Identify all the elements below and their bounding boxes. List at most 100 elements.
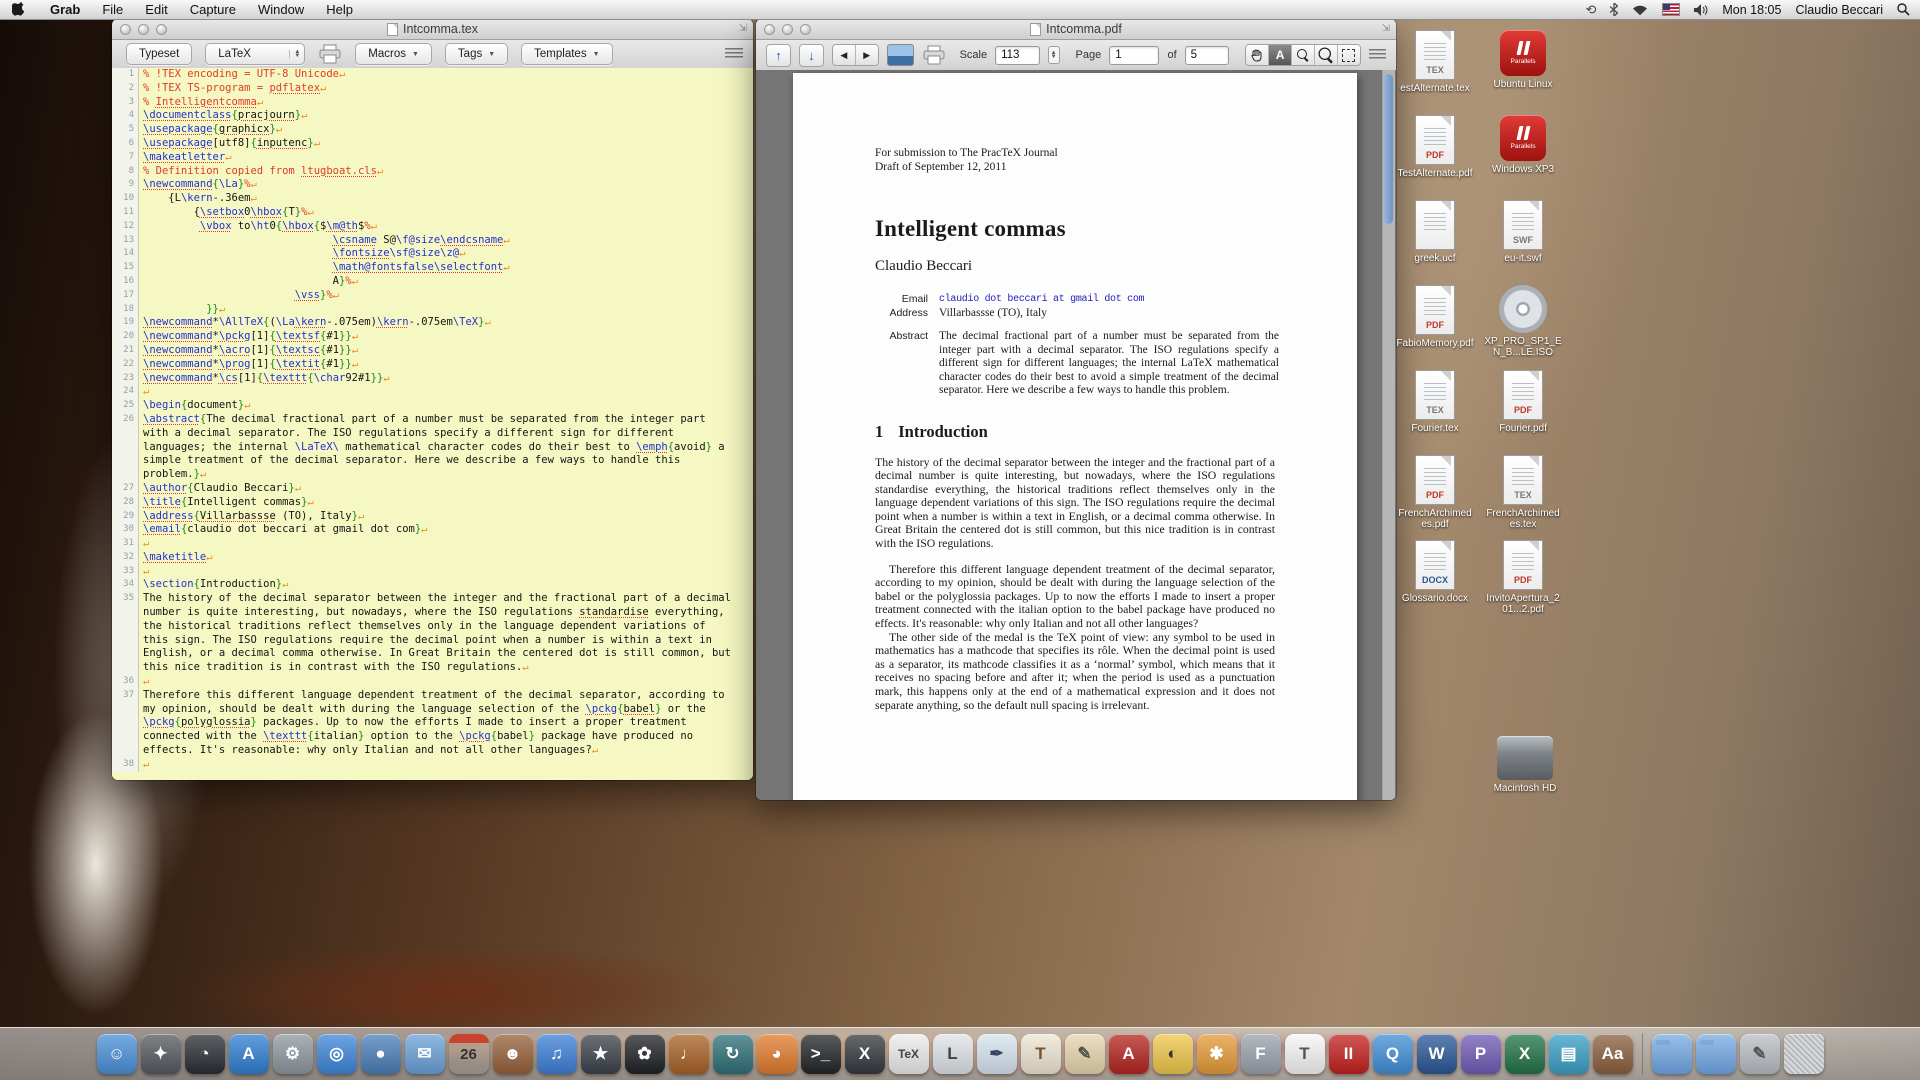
code-line[interactable]: effects. It's reasonable: why only Itali…: [112, 744, 753, 758]
code-line[interactable]: 20\newcommand*\pckg[1]{\textsf{#1}}↵: [112, 330, 753, 344]
code-line[interactable]: languages; the internal \LaTeX\ mathemat…: [112, 441, 753, 455]
code-line[interactable]: 27\author{Claudio Beccari}↵: [112, 482, 753, 496]
dock-icon-time-machine[interactable]: ↻: [713, 1034, 753, 1074]
dock-icon-tex-lion[interactable]: T: [1021, 1034, 1061, 1074]
pdf-expand-icon[interactable]: ⇲: [1382, 23, 1390, 34]
desktop-icon-frencharchimedes-tex[interactable]: TEXFrenchArchimedes.tex: [1484, 455, 1562, 537]
code-line[interactable]: 15 \math@fontsfalse\selectfont↵: [112, 261, 753, 275]
dock-icon-dictionary[interactable]: Aa: [1593, 1034, 1633, 1074]
zoom-button[interactable]: [156, 24, 167, 35]
code-line[interactable]: simple treatment of the decimal separato…: [112, 454, 753, 468]
dock-icon-mail[interactable]: ✉: [405, 1034, 445, 1074]
source-code-editor[interactable]: 1% !TEX encoding = UTF-8 Unicode↵2% !TEX…: [112, 68, 753, 780]
code-line[interactable]: 5\usepackage{graphicx}↵: [112, 123, 753, 137]
input-source-flag-icon[interactable]: [1662, 3, 1680, 16]
code-line[interactable]: 2% !TEX TS-program = pdflatex↵: [112, 82, 753, 96]
magnify-tool-button[interactable]: [1291, 45, 1314, 65]
dock-icon-app-store[interactable]: A: [229, 1034, 269, 1074]
volume-menu-icon[interactable]: [1694, 4, 1708, 16]
code-line[interactable]: 17 \vss}%↵: [112, 289, 753, 303]
scale-input[interactable]: 113: [995, 46, 1039, 65]
time-machine-menu-icon[interactable]: ⟲: [1585, 2, 1596, 18]
pdf-scrollbar-thumb[interactable]: [1384, 74, 1393, 224]
menu-item-grab[interactable]: Grab: [39, 2, 91, 17]
desktop-icon-fourier-tex[interactable]: TEXFourier.tex: [1396, 370, 1474, 452]
code-line[interactable]: 33↵: [112, 565, 753, 579]
dock-icon-dashboard[interactable]: ◔: [185, 1034, 225, 1074]
code-line[interactable]: connected with the \texttt{italian} opti…: [112, 730, 753, 744]
code-line[interactable]: 30\email{claudio dot beccari at gmail do…: [112, 523, 753, 537]
dock-icon-iphoto[interactable]: ✿: [625, 1034, 665, 1074]
toolbar-overflow-icon[interactable]: [1369, 49, 1386, 61]
large-magnify-tool-button[interactable]: [1314, 45, 1337, 65]
code-line[interactable]: this sign. The ISO regulations require t…: [112, 634, 753, 648]
code-line[interactable]: 21\newcommand*\acro[1]{\textsc{#1}}↵: [112, 344, 753, 358]
desktop-icon-ubuntu-linux[interactable]: ParallelsUbuntu Linux: [1484, 30, 1562, 112]
macros-menu-button[interactable]: Macros▼: [355, 43, 432, 65]
dock-icon-ibooks[interactable]: ▤: [1549, 1034, 1589, 1074]
dock-icon-excel[interactable]: X: [1505, 1034, 1545, 1074]
dock-icon-system-preferences[interactable]: ⚙: [273, 1034, 313, 1074]
desktop-icon-eu-it-swf[interactable]: SWFeu-it.swf: [1484, 200, 1562, 282]
dock-icon-texworks[interactable]: ✒: [977, 1034, 1017, 1074]
code-line[interactable]: 23\newcommand*\cs[1]{\texttt{\char92#1}}…: [112, 372, 753, 386]
code-line[interactable]: 9\newcommand{\La}%↵: [112, 178, 753, 192]
code-line[interactable]: 11 {\setbox0\hbox{T}%↵: [112, 206, 753, 220]
code-line[interactable]: 31↵: [112, 537, 753, 551]
desktop-icon-estalternate-tex[interactable]: TEXestAlternate.tex: [1396, 30, 1474, 112]
dock-icon-font-book[interactable]: F: [1241, 1034, 1281, 1074]
code-line[interactable]: 28\title{Intelligent commas}↵: [112, 496, 753, 510]
dock-icon-ical[interactable]: 26: [449, 1034, 489, 1074]
menu-item-file[interactable]: File: [91, 2, 134, 17]
code-line[interactable]: 35The history of the decimal separator b…: [112, 592, 753, 606]
text-select-tool-button[interactable]: A: [1268, 45, 1291, 65]
dock-icon-safari[interactable]: ◎: [317, 1034, 357, 1074]
code-line[interactable]: 25\begin{document}↵: [112, 399, 753, 413]
menu-item-window[interactable]: Window: [247, 2, 315, 17]
print-button[interactable]: [318, 44, 342, 64]
page-input[interactable]: 1: [1109, 46, 1159, 65]
hand-tool-button[interactable]: [1246, 45, 1268, 65]
pdf-title-bar[interactable]: Intcomma.pdf ⇲: [756, 19, 1396, 40]
code-line[interactable]: 38↵: [112, 758, 753, 772]
desktop-icon-greek-ucf[interactable]: greek.ucf: [1396, 200, 1474, 282]
typeset-button[interactable]: Typeset: [126, 43, 192, 65]
drawer-thumbnail-button[interactable]: [887, 44, 914, 66]
desktop-icon-macintosh-hd[interactable]: Macintosh HD: [1488, 736, 1562, 818]
editor-title-bar[interactable]: Intcomma.tex ⇲: [112, 19, 753, 40]
dock-icon-firefox[interactable]: ◕: [757, 1034, 797, 1074]
pdf-content-area[interactable]: For submission to The PracTeX Journal Dr…: [756, 70, 1396, 800]
code-line[interactable]: 13 \csname S@\f@size\endcsname↵: [112, 234, 753, 248]
spotlight-icon[interactable]: [1897, 3, 1910, 16]
zoom-button[interactable]: [800, 24, 811, 35]
code-line[interactable]: 18 }}↵: [112, 303, 753, 317]
select-tool-button[interactable]: [1337, 45, 1360, 65]
bluetooth-menu-icon[interactable]: [1610, 3, 1618, 16]
code-line[interactable]: 10 {L\kern-.36em↵: [112, 192, 753, 206]
dock-icon-terminal[interactable]: >_: [801, 1034, 841, 1074]
scale-stepper[interactable]: ▲▼: [1048, 46, 1060, 64]
code-line[interactable]: 32\maketitle↵: [112, 551, 753, 565]
dock-icon-garageband[interactable]: ♩: [669, 1034, 709, 1074]
menu-item-capture[interactable]: Capture: [179, 2, 247, 17]
dock-icon-bibdesk[interactable]: ✎: [1065, 1034, 1105, 1074]
desktop-icon-glossario-docx[interactable]: DOCXGlossario.docx: [1396, 540, 1474, 622]
code-line[interactable]: this nice tradition is in contrast with …: [112, 661, 753, 675]
dock-icon-stuffit[interactable]: ✱: [1197, 1034, 1237, 1074]
tags-menu-button[interactable]: Tags▼: [445, 43, 508, 65]
editor-expand-icon[interactable]: ⇲: [739, 23, 747, 34]
dock-icon-texshop[interactable]: TeX: [889, 1034, 929, 1074]
minimize-button[interactable]: [782, 24, 793, 35]
code-line[interactable]: 12 \vbox to\ht0{\hbox{$\m@th$%↵: [112, 220, 753, 234]
code-line[interactable]: 7\makeatletter↵: [112, 151, 753, 165]
dock-icon-documents-folder[interactable]: [1652, 1034, 1692, 1074]
code-line[interactable]: the historical traditions reflect themse…: [112, 620, 753, 634]
dock-icon-word[interactable]: W: [1417, 1034, 1457, 1074]
code-line[interactable]: \pckg{polyglossia} packages. Up to now t…: [112, 716, 753, 730]
print-button[interactable]: [922, 45, 946, 65]
code-line[interactable]: 37Therefore this different language depe…: [112, 689, 753, 703]
apple-menu[interactable]: [12, 2, 25, 17]
code-line[interactable]: 8% Definition copied from ltugboat.cls↵: [112, 165, 753, 179]
dock-icon-globe[interactable]: ●: [361, 1034, 401, 1074]
desktop-icon-xp-pro-sp1-en-b-le-iso[interactable]: XP_PRO_SP1_EN_B...LE.ISO: [1484, 285, 1562, 367]
